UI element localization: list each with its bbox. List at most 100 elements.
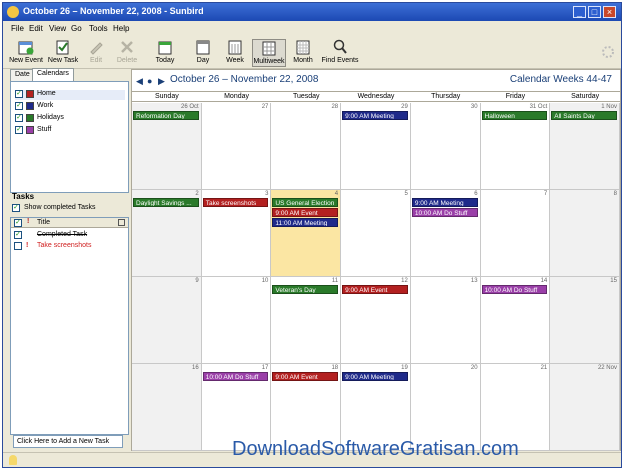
event-item[interactable]: Veteran's Day xyxy=(272,285,339,294)
menu-bar: File Edit View Go Tools Help xyxy=(3,22,621,36)
task-header-title[interactable]: Title xyxy=(37,219,50,226)
day-number: 17 xyxy=(261,365,269,371)
day-number: 7 xyxy=(543,191,548,197)
day-cell[interactable]: 27 xyxy=(201,103,272,190)
calendar-home-checkbox[interactable]: ✓ xyxy=(15,90,23,98)
event-item[interactable]: Take screenshots xyxy=(202,198,269,207)
task-title: Completed Task xyxy=(37,231,88,238)
day-cell[interactable]: 8 xyxy=(550,190,620,277)
multiweek-label: Multiweek xyxy=(253,58,285,65)
today-dot-icon[interactable]: ● xyxy=(147,76,152,86)
day-cell[interactable]: 3 Take screenshots xyxy=(201,190,272,277)
event-item[interactable]: Halloween xyxy=(481,111,548,120)
day-cell[interactable]: 15 xyxy=(550,277,620,364)
event-item[interactable]: 9:00 AM Meeting xyxy=(411,198,478,207)
delete-label: Delete xyxy=(116,57,138,64)
day-cell[interactable]: 11 Veteran's Day xyxy=(271,277,342,364)
day-number: 21 xyxy=(540,365,548,371)
day-cell[interactable]: 14 10:00 AM Do Stuff xyxy=(480,277,551,364)
day-cell[interactable]: 2 Daylight Savings ... xyxy=(132,190,202,277)
calendar-item-home[interactable]: ✓ Home xyxy=(15,90,125,100)
day-cell[interactable]: 1 Nov All Saints Day xyxy=(550,103,620,190)
task-row[interactable]: ! Take screenshots xyxy=(14,242,124,252)
delete-icon xyxy=(121,41,133,53)
title-bar[interactable]: October 26 – November 22, 2008 - Sunbird… xyxy=(3,3,621,21)
search-icon xyxy=(333,39,347,54)
calendar-weeks-label: Calendar Weeks 44-47 xyxy=(509,74,612,85)
month-view-button[interactable]: Month xyxy=(291,39,315,67)
edit-button[interactable]: Edit xyxy=(85,39,107,67)
day-cell[interactable]: 26 Oct Reformation Day xyxy=(132,103,202,190)
event-item[interactable]: US General Election xyxy=(272,198,339,207)
day-cell[interactable]: 13 xyxy=(410,277,481,364)
day-view-button[interactable]: Day xyxy=(193,39,213,67)
close-button[interactable]: × xyxy=(603,6,616,18)
day-cell[interactable]: 9 xyxy=(132,277,202,364)
today-button[interactable]: Today xyxy=(153,39,177,67)
day-cell[interactable]: 6 9:00 AM Meeting 10:00 AM Do Stuff xyxy=(410,190,481,277)
calendar-holidays-label: Holidays xyxy=(37,114,64,121)
event-item[interactable]: 11:00 AM Meeting xyxy=(272,218,339,227)
event-item[interactable]: 9:00 AM Event xyxy=(272,208,339,217)
calendar-home-label: Home xyxy=(37,90,56,97)
menu-help[interactable]: Help xyxy=(113,24,129,33)
month-view-icon xyxy=(296,40,310,55)
day-number: 27 xyxy=(261,104,269,110)
event-item[interactable]: 9:00 AM Meeting xyxy=(342,111,408,120)
event-item[interactable]: Daylight Savings ... xyxy=(133,198,199,207)
event-item[interactable]: 10:00 AM Do Stuff xyxy=(481,285,548,294)
event-item[interactable]: 9:00 AM Meeting xyxy=(342,372,408,381)
new-event-button[interactable]: New Event xyxy=(9,39,43,67)
day-cell[interactable]: 16 xyxy=(132,364,202,451)
task-row[interactable]: ✓ Completed Task xyxy=(14,231,124,241)
tab-calendars[interactable]: Calendars xyxy=(32,68,74,81)
menu-edit[interactable]: Edit xyxy=(29,24,43,33)
day-cell[interactable]: 31 Oct Halloween xyxy=(480,103,551,190)
new-task-button[interactable]: New Task xyxy=(47,39,79,67)
day-number: 6 xyxy=(474,191,478,197)
find-events-label: Find Events xyxy=(321,57,359,64)
add-task-input[interactable]: Click Here to Add a New Task xyxy=(13,435,123,448)
calendar-work-checkbox[interactable]: ✓ xyxy=(15,102,23,110)
weekday-friday: Friday xyxy=(505,93,526,100)
event-item[interactable]: 10:00 AM Do Stuff xyxy=(411,208,478,217)
day-cell[interactable]: 10 xyxy=(201,277,272,364)
event-item[interactable]: 9:00 AM Event xyxy=(272,372,339,381)
next-icon[interactable]: ▶ xyxy=(158,76,165,87)
task-header-done-checkbox[interactable]: ✓ xyxy=(14,219,22,227)
event-item[interactable]: Reformation Day xyxy=(133,111,199,120)
menu-file[interactable]: File xyxy=(11,24,24,33)
day-cell[interactable]: 5 xyxy=(341,190,411,277)
week-view-button[interactable]: Week xyxy=(223,39,247,67)
day-number: 3 xyxy=(265,191,269,197)
calendar-stuff-checkbox[interactable]: ✓ xyxy=(15,126,23,134)
month-label: Month xyxy=(293,57,313,64)
day-view-icon xyxy=(196,40,210,55)
menu-tools[interactable]: Tools xyxy=(89,24,108,33)
menu-go[interactable]: Go xyxy=(71,24,82,33)
calendar-holidays-checkbox[interactable]: ✓ xyxy=(15,114,23,122)
event-item[interactable]: 10:00 AM Do Stuff xyxy=(202,372,269,381)
day-cell[interactable]: 29 9:00 AM Meeting xyxy=(341,103,411,190)
new-event-icon xyxy=(18,41,34,55)
day-cell[interactable]: 12 9:00 AM Event xyxy=(341,277,411,364)
previous-icon[interactable]: ◀ xyxy=(136,76,143,87)
maximize-button[interactable]: □ xyxy=(588,6,601,18)
event-item[interactable]: All Saints Day xyxy=(551,111,617,120)
delete-button[interactable]: Delete xyxy=(115,39,139,67)
event-item[interactable]: 9:00 AM Event xyxy=(342,285,408,294)
day-cell[interactable]: 22 Nov xyxy=(550,364,620,451)
find-events-button[interactable]: Find Events xyxy=(321,39,359,67)
column-picker-icon[interactable] xyxy=(118,219,125,226)
minimize-button[interactable]: _ xyxy=(573,6,586,18)
week-label: Week xyxy=(226,57,244,64)
day-cell[interactable]: 30 xyxy=(410,103,481,190)
task-done-checkbox[interactable] xyxy=(14,242,22,250)
multiweek-view-button[interactable]: Multiweek xyxy=(252,39,286,67)
day-cell[interactable]: 28 xyxy=(271,103,342,190)
task-done-checkbox[interactable]: ✓ xyxy=(14,231,22,239)
day-cell[interactable]: 7 xyxy=(480,190,551,277)
show-completed-checkbox[interactable]: ✓ xyxy=(12,204,20,212)
day-cell[interactable]: 4 US General Election 9:00 AM Event 11:00 A… xyxy=(271,190,342,277)
menu-view[interactable]: View xyxy=(49,24,66,33)
